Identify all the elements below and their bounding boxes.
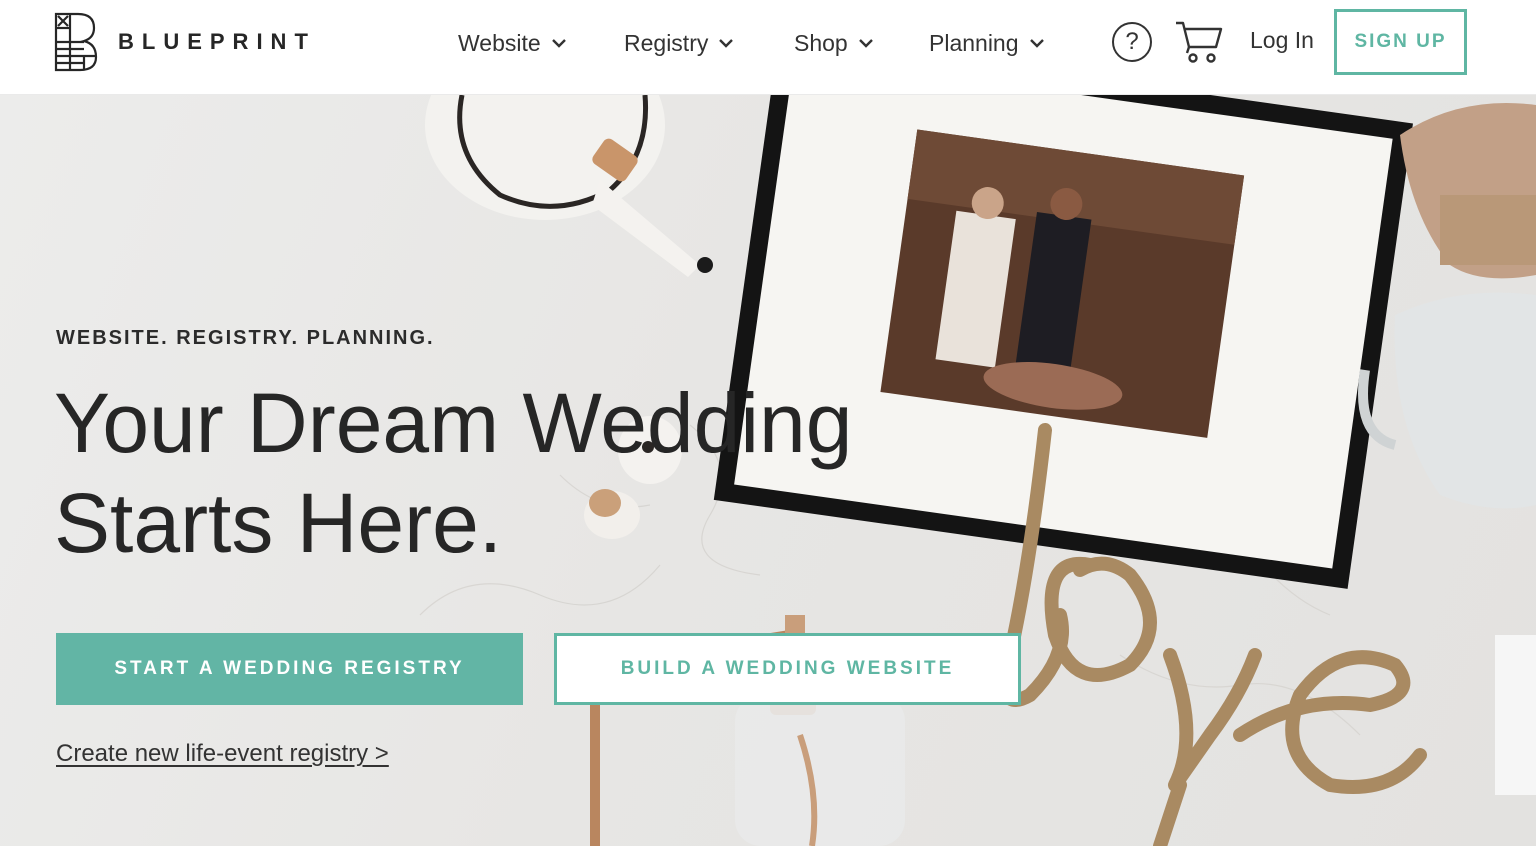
life-event-registry-link[interactable]: Create new life-event registry > [56,740,389,768]
login-link[interactable]: Log In [1250,27,1314,54]
hero-tagline: WEBSITE. REGISTRY. PLANNING. [56,327,435,349]
hero-headline-line1: Your Dream Wedding [54,376,853,470]
chevron-down-icon [1029,39,1044,48]
chevron-down-icon [858,39,873,48]
hero-section: WEBSITE. REGISTRY. PLANNING. Your Dream … [0,95,1536,846]
help-circle-icon[interactable]: ? [1112,22,1152,62]
start-registry-button[interactable]: START A WEDDING REGISTRY [56,633,523,705]
main-nav: Website Registry Shop Planning [458,26,1045,60]
site-header: BLUEPRINT Website Registry Shop Planning… [0,0,1536,95]
kettle-decor [425,95,713,277]
chevron-down-icon [551,39,566,48]
brand-name: BLUEPRINT [118,29,316,54]
nav-item-label: Website [458,29,541,56]
nav-item-label: Registry [624,29,709,56]
nav-item-shop[interactable]: Shop [794,26,929,60]
blueprint-logo-icon [54,12,98,72]
build-website-button[interactable]: BUILD A WEDDING WEBSITE [554,633,1021,705]
signup-button[interactable]: SIGN UP [1334,9,1467,75]
nav-item-label: Shop [794,29,848,56]
chevron-down-icon [719,39,734,48]
nav-item-website[interactable]: Website [458,26,624,60]
shopping-cart-icon[interactable] [1174,19,1224,63]
brand-logo[interactable]: BLUEPRINT [54,12,316,72]
nav-item-registry[interactable]: Registry [624,26,794,60]
hero-headline: Your Dream Wedding Starts Here. [54,373,854,573]
nav-item-label: Planning [929,29,1019,56]
nav-item-planning[interactable]: Planning [929,26,1045,60]
hero-headline-line2: Starts Here. [54,476,503,570]
